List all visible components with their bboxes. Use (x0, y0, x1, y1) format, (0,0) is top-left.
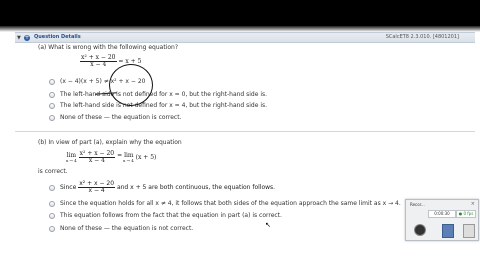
part-a-denominator: x − 4 (90, 61, 107, 68)
part-a-question: (a) What is wrong with the following equ… (38, 44, 178, 51)
option-b-1-denominator: x − 4 (88, 187, 105, 194)
recorder-title: Recor... (410, 202, 425, 207)
collapse-toggle-icon[interactable]: ▼ (17, 34, 21, 43)
radio-b-4[interactable] (49, 226, 55, 232)
radio-a-3[interactable] (49, 103, 55, 109)
option-a-4[interactable]: None of these — the equation is correct. (60, 114, 181, 121)
close-icon[interactable]: × (471, 201, 475, 207)
part-b-fraction: x² + x − 20 x − 4 (78, 151, 116, 164)
option-b-1-post: and x + 5 are both continuous, the equat… (116, 184, 276, 191)
part-b-denominator: x − 4 (88, 157, 105, 164)
radio-a-1[interactable] (49, 79, 55, 85)
radio-b-3[interactable] (49, 213, 55, 219)
stop-button[interactable] (463, 224, 475, 238)
recorder-time: 0:00:30 (428, 210, 456, 218)
radio-b-2[interactable] (49, 201, 55, 207)
record-button[interactable] (414, 224, 426, 236)
question-details-bar[interactable]: ▼ + Question Details SCalcET8 2.3.010. [… (15, 32, 475, 43)
option-a-2[interactable]: The left-hand side is not defined for x … (60, 91, 267, 98)
lim-right: = lim x → 4 (117, 152, 134, 163)
section-divider (15, 131, 475, 132)
part-b-question: (b) In view of part (a), explain why the… (38, 139, 182, 146)
radio-a-4[interactable] (49, 115, 55, 121)
option-b-1-pre: Since (60, 184, 77, 191)
browser-page: ▼ + Question Details SCalcET8 2.3.010. [… (0, 0, 480, 270)
lim-left-sub: x → 4 (66, 157, 77, 163)
radio-b-1[interactable] (49, 185, 55, 191)
question-reference: SCalcET8 2.3.010. [4801201] (385, 34, 459, 40)
option-b-3[interactable]: This equation follows from the fact that… (60, 212, 282, 219)
lim-right-sub: x → 4 (123, 157, 134, 163)
part-b-equation: lim x → 4 x² + x − 20 x − 4 = lim x → 4 … (66, 151, 156, 164)
mouse-cursor-icon: ↖ (265, 221, 271, 229)
recorder-level: ● 0 fps (456, 210, 476, 218)
option-b-4[interactable]: None of these — the equation is not corr… (60, 225, 193, 232)
plus-icon[interactable]: + (24, 34, 30, 41)
part-a-fraction: x² + x − 20 x − 4 (80, 55, 117, 68)
option-b-1-fraction: x² + x − 20 x − 4 (78, 181, 116, 194)
screen-recorder-widget[interactable]: Recor... × 0:00:30 ● 0 fps (405, 199, 479, 241)
part-b-rhs: (x + 5) (135, 154, 157, 161)
is-correct-text: is correct. (38, 168, 68, 175)
pause-button[interactable] (442, 224, 454, 238)
lim-left: lim x → 4 (66, 152, 77, 163)
annotation-circle (109, 64, 153, 106)
option-a-3[interactable]: The left-hand side is not defined for x … (60, 102, 267, 109)
question-details-title[interactable]: Question Details (34, 33, 81, 42)
option-b-1[interactable]: Since x² + x − 20 x − 4 and x + 5 are bo… (60, 181, 275, 194)
radio-a-2[interactable] (49, 92, 55, 98)
option-b-2[interactable]: Since the equation holds for all x ≠ 4, … (60, 200, 401, 207)
